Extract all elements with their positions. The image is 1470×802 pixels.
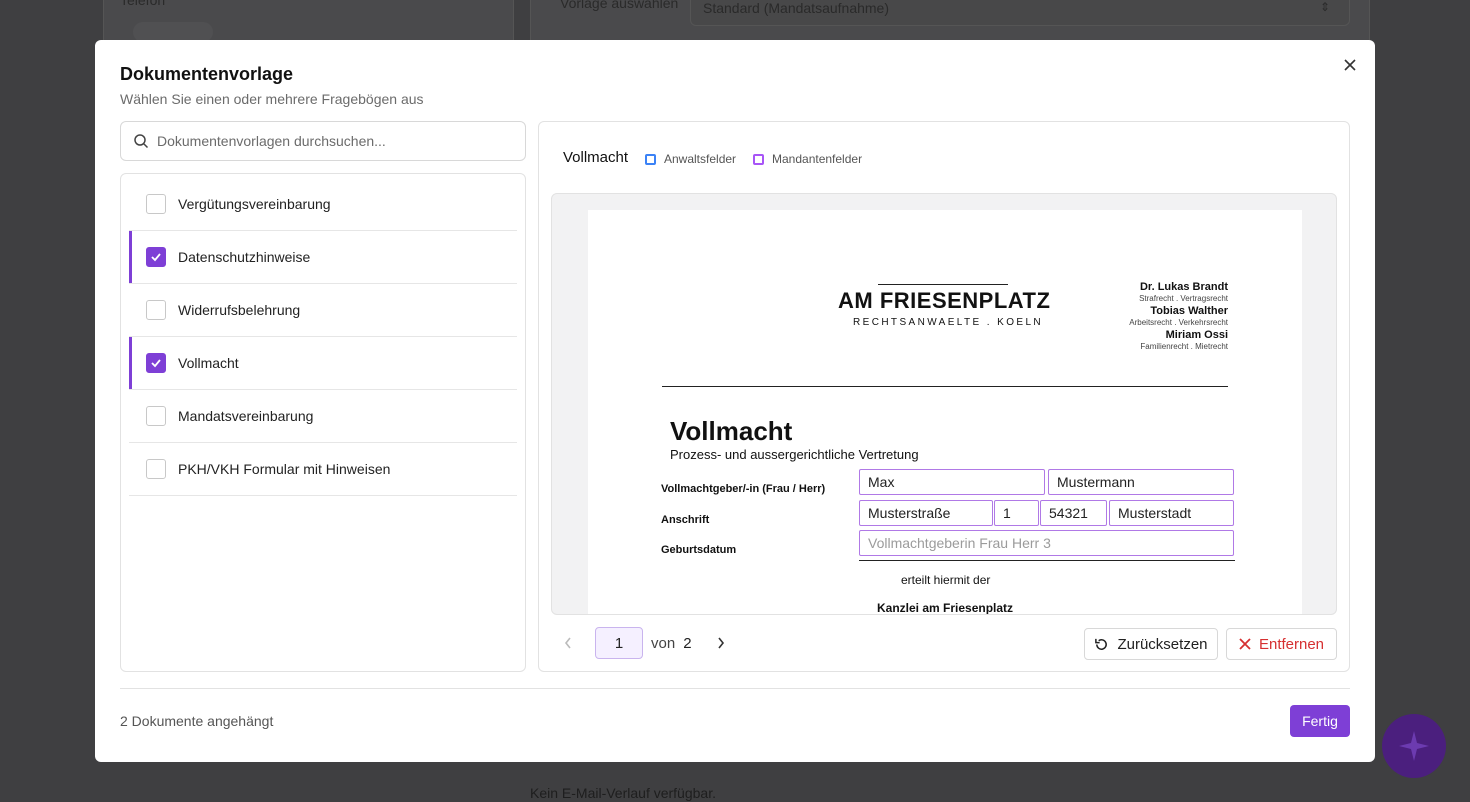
list-item[interactable]: Widerrufsbelehrung	[129, 284, 517, 337]
template-label: Datenschutzhinweise	[178, 249, 311, 265]
logo-title: AM FRIESENPLATZ	[838, 288, 1051, 313]
checkbox[interactable]	[146, 406, 166, 426]
field-rule	[859, 560, 1235, 561]
list-item[interactable]: PKH/VKH Formular mit Hinweisen	[129, 443, 517, 496]
remove-label: Entfernen	[1258, 635, 1325, 653]
list-item[interactable]: Vollmacht	[129, 337, 517, 390]
remove-button[interactable]: Entfernen	[1226, 628, 1337, 660]
template-search[interactable]	[120, 121, 526, 161]
pagination: 1 von 2	[553, 627, 736, 659]
chevron-right-icon	[717, 637, 724, 649]
checkbox[interactable]	[146, 194, 166, 214]
house-number-field[interactable]: 1	[994, 500, 1039, 526]
city-field[interactable]: Musterstadt	[1109, 500, 1234, 526]
template-list: Vergütungsvereinbarung Datenschutzhinwei…	[120, 173, 526, 672]
firm-name: Kanzlei am Friesenplatz	[877, 601, 1014, 615]
legend-client-fields: Mandantenfelder	[753, 152, 862, 166]
checkbox[interactable]	[146, 300, 166, 320]
first-name-field[interactable]: Max	[859, 469, 1045, 495]
previous-page-button[interactable]	[553, 627, 583, 659]
document-page: AM FRIESENPLATZ RECHTSANWAELTE . KOELN D…	[588, 210, 1302, 615]
template-preview-panel: Vollmacht Anwaltsfelder Mandantenfelder …	[538, 121, 1350, 672]
chevron-updown-icon: ⇕	[1320, 0, 1331, 14]
next-page-button[interactable]	[706, 627, 736, 659]
legend-swatch-client	[753, 153, 764, 165]
template-label: PKH/VKH Formular mit Hinweisen	[178, 461, 391, 477]
label-birthdate: Geburtsdatum	[661, 544, 737, 556]
background-phone-label: Telefon	[120, 0, 166, 8]
template-label: Mandatsvereinbarung	[178, 408, 314, 424]
zip-field[interactable]: 54321	[1040, 500, 1107, 526]
background-email-empty-text: Kein E-Mail-Verlauf verfügbar.	[530, 785, 716, 801]
list-item[interactable]: Datenschutzhinweise	[129, 231, 517, 284]
list-item[interactable]: Vergütungsvereinbarung	[129, 178, 517, 231]
footer-divider	[120, 688, 1350, 689]
checkbox[interactable]	[146, 247, 166, 267]
street-field[interactable]: Musterstraße	[859, 500, 993, 526]
close-button[interactable]	[1341, 56, 1359, 74]
legend-lawyer-fields: Anwaltsfelder	[645, 152, 736, 166]
preview-title: Vollmacht	[563, 149, 629, 166]
checkbox[interactable]	[146, 459, 166, 479]
grants-text: erteilt hiermit der	[901, 573, 991, 587]
document-template-dialog: Dokumentenvorlage Wählen Sie einen oder …	[95, 40, 1375, 762]
lawyer-name: Miriam Ossi	[1165, 329, 1228, 341]
label-address: Anschrift	[661, 514, 710, 526]
template-label: Vollmacht	[178, 355, 239, 371]
dialog-subtitle: Wählen Sie einen oder mehrere Fragebögen…	[120, 91, 424, 107]
background-phone-value	[133, 22, 213, 42]
chevron-left-icon	[564, 637, 571, 649]
done-button[interactable]: Fertig	[1290, 705, 1350, 737]
checkmark-icon	[151, 253, 161, 262]
page-of-label: von	[651, 634, 676, 652]
header-rule	[662, 386, 1228, 387]
list-item[interactable]: Mandatsvereinbarung	[129, 390, 517, 443]
search-icon	[133, 133, 149, 149]
birthdate-field[interactable]: Vollmachtgeberin Frau Herr 3	[859, 530, 1234, 556]
lawyer-areas: Strafrecht . Vertragsrecht	[1139, 294, 1228, 303]
checkbox[interactable]	[146, 353, 166, 373]
template-label: Widerrufsbelehrung	[178, 302, 301, 318]
legend-label: Mandantenfelder	[772, 152, 863, 166]
label-principal: Vollmachtgeber/-in (Frau / Herr)	[661, 483, 826, 495]
checkmark-icon	[151, 359, 161, 368]
reset-icon	[1094, 637, 1109, 652]
search-input[interactable]	[157, 133, 507, 149]
dialog-title: Dokumentenvorlage	[120, 64, 294, 84]
document-preview[interactable]: AM FRIESENPLATZ RECHTSANWAELTE . KOELN D…	[551, 193, 1337, 615]
logo-rule	[878, 284, 1008, 285]
background-template-select-value: Standard (Mandatsaufnahme)	[703, 0, 889, 16]
attached-count: 2 Dokumente angehängt	[120, 713, 274, 729]
reset-button[interactable]: Zurücksetzen	[1084, 628, 1218, 660]
reset-label: Zurücksetzen	[1117, 635, 1208, 653]
sparkle-icon	[1399, 731, 1429, 761]
close-icon	[1344, 59, 1356, 71]
lawyer-name: Dr. Lukas Brandt	[1139, 281, 1228, 293]
background-template-label: Vorlage auswählen	[560, 0, 679, 11]
lawyer-areas: Familienrecht . Mietrecht	[1140, 342, 1228, 351]
legend-swatch-lawyer	[645, 153, 656, 165]
last-name-field[interactable]: Mustermann	[1048, 469, 1234, 495]
document-heading: Vollmacht	[670, 416, 793, 446]
lawyer-areas: Arbeitsrecht . Verkehrsrecht	[1129, 318, 1228, 327]
page-total: 2	[683, 634, 692, 652]
current-page[interactable]: 1	[595, 627, 643, 659]
lawyer-name: Tobias Walther	[1150, 305, 1228, 317]
assistant-button[interactable]	[1382, 714, 1446, 778]
template-label: Vergütungsvereinbarung	[178, 196, 331, 212]
document-subheading: Prozess- und aussergerichtliche Vertretu…	[670, 447, 919, 462]
close-icon	[1239, 638, 1251, 650]
logo-subtitle: RECHTSANWAELTE . KOELN	[853, 317, 1044, 328]
legend-label: Anwaltsfelder	[664, 152, 737, 166]
